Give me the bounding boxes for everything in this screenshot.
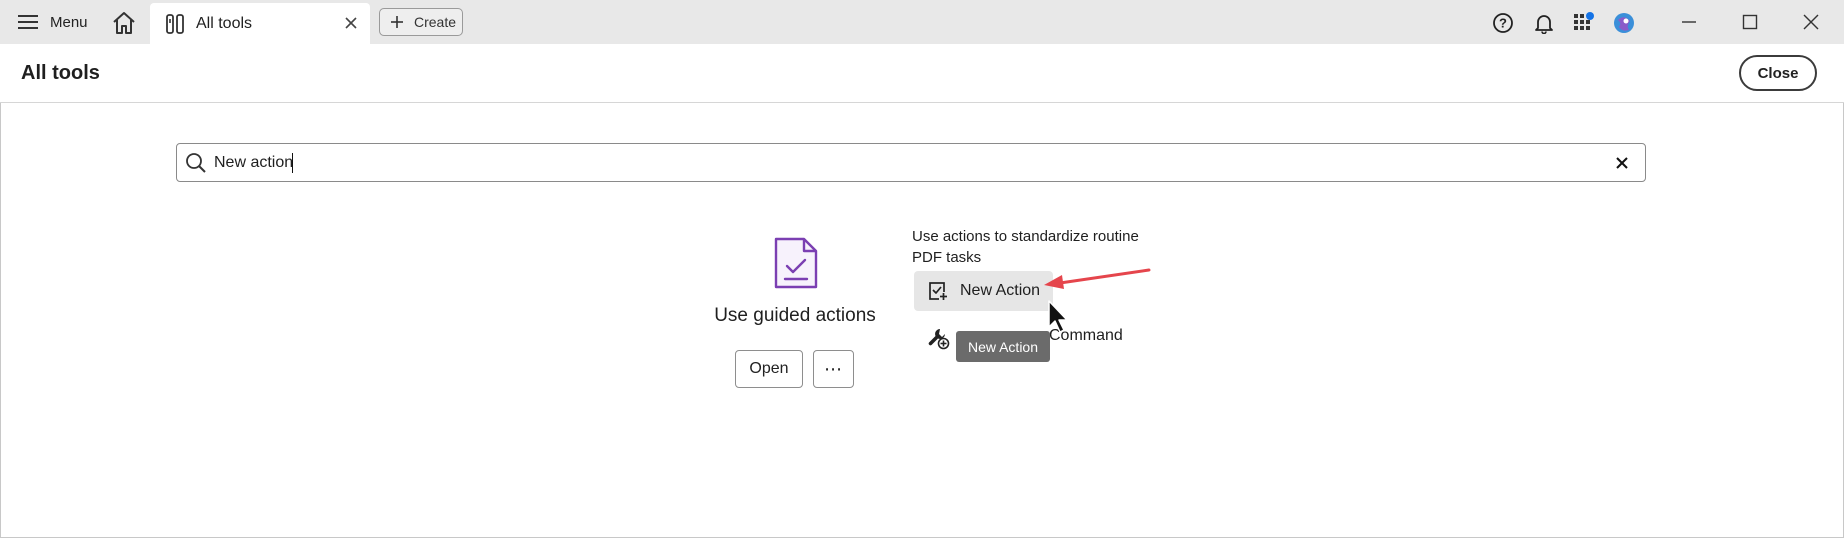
menu-label: Menu [50,13,88,31]
search-box[interactable] [176,143,1646,182]
avatar[interactable] [1611,10,1637,36]
menu-button[interactable]: Menu [18,10,88,34]
clear-icon[interactable] [1613,154,1631,172]
close-icon[interactable] [342,14,360,32]
new-action-icon [929,282,948,301]
tab-all-tools[interactable]: All tools [150,3,370,44]
plus-icon [391,16,403,28]
home-button[interactable] [110,10,138,36]
hamburger-icon [18,15,38,29]
help-icon[interactable]: ? [1490,10,1516,36]
title-bar: Menu All tools Create ? [0,0,1844,44]
tool-card-title: Use guided actions [714,305,876,326]
maximize-icon[interactable] [1728,8,1772,36]
tooltip: New Action [956,331,1050,362]
page-title: All tools [21,62,100,84]
svg-text:?: ? [1499,16,1507,31]
close-button[interactable]: Close [1739,55,1817,91]
search-icon [186,153,206,173]
bell-icon[interactable] [1531,10,1557,36]
new-action-button[interactable]: New Action [914,271,1053,311]
apps-icon[interactable] [1571,10,1597,36]
document-check-icon [774,237,818,289]
text-caret [292,153,293,173]
new-action-label: New Action [960,282,1041,299]
search-input[interactable] [214,150,1574,176]
page-header: All tools Close [0,44,1844,103]
tools-icon [166,13,184,34]
create-label: Create [414,14,457,30]
more-options-button[interactable]: ⋯ [813,350,854,388]
annotation-arrow [1044,268,1151,289]
wrench-add-icon [928,329,950,350]
create-button[interactable]: Create [379,8,463,36]
home-icon [113,12,135,34]
mouse-cursor-icon [1048,300,1068,333]
tab-label: All tools [196,14,253,32]
minimize-icon[interactable] [1667,8,1711,36]
window-close-icon[interactable] [1789,8,1833,36]
open-button[interactable]: Open [735,350,803,388]
